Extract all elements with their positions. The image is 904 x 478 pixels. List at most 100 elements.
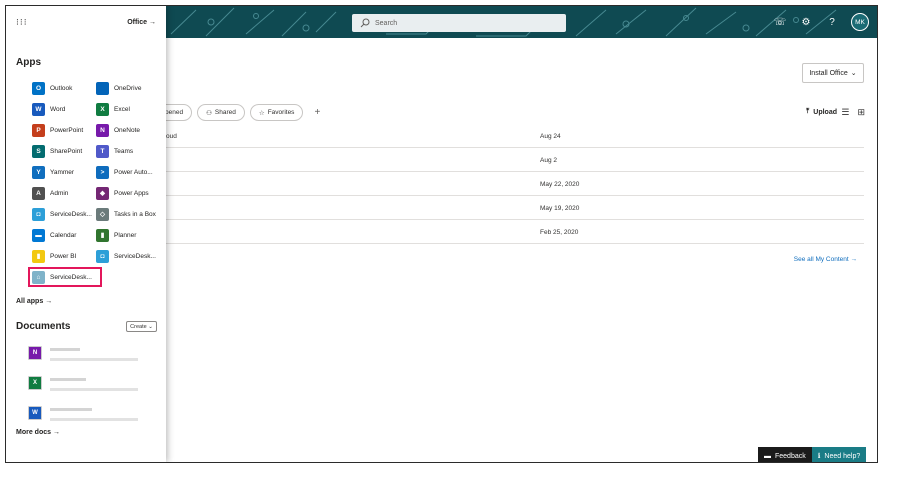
launcher-header: ⁝⁝⁝ Office →	[6, 6, 166, 38]
servicedesk-icon: ◘	[96, 249, 109, 263]
filter-shared[interactable]: ⚇ Shared	[197, 104, 245, 121]
app-power-bi[interactable]: ▮ Power BI	[32, 248, 76, 264]
highlight-box	[28, 267, 102, 287]
filter-label: Favorites	[267, 109, 295, 116]
app-admin[interactable]: A Admin	[32, 185, 68, 201]
table-row[interactable]: May 19, 2020	[166, 196, 864, 220]
need-help-button[interactable]: ℹ Need help?	[811, 447, 867, 462]
table-row[interactable]: oud Aug 24	[166, 124, 864, 148]
calendar-icon: ▬	[32, 228, 45, 242]
app-yammer[interactable]: Y Yammer	[32, 164, 74, 180]
table-row[interactable]: Feb 25, 2020	[166, 220, 864, 244]
upload-icon: ⤒	[806, 108, 810, 115]
app-label: Teams	[114, 147, 134, 155]
upload-button[interactable]: ⤒ Upload	[806, 108, 837, 116]
arrow-right-icon: →	[52, 429, 60, 436]
document-redacted-text	[50, 376, 138, 391]
app-servicedesk[interactable]: ◘ ServiceDesk...	[32, 206, 92, 222]
app-word[interactable]: W Word	[32, 101, 65, 117]
app-label: Power Auto...	[114, 168, 153, 176]
word-icon: W	[32, 102, 45, 116]
file-date: Aug 24	[540, 133, 561, 140]
feedback-button[interactable]: ▬ Feedback	[758, 447, 812, 462]
powerpoint-icon: P	[32, 123, 45, 137]
people-icon: ⚇	[206, 109, 212, 117]
app-power-apps[interactable]: ◆ Power Apps	[96, 185, 149, 201]
file-date: Feb 25, 2020	[540, 229, 579, 236]
outlook-icon: O	[32, 81, 45, 95]
app-label: PowerPoint	[50, 126, 84, 134]
feedback-icon[interactable]: ☏	[773, 15, 787, 29]
app-teams[interactable]: T Teams	[96, 143, 133, 159]
app-label: SharePoint	[50, 147, 83, 155]
avatar[interactable]: MK	[851, 13, 869, 31]
install-office-label: Install Office	[809, 69, 848, 77]
app-label: Outlook	[50, 84, 73, 92]
table-row[interactable]: May 22, 2020	[166, 172, 864, 196]
app-onenote[interactable]: N OneNote	[96, 122, 140, 138]
more-docs-link[interactable]: More docs →	[16, 429, 60, 436]
install-office-button[interactable]: Install Office ⌄	[802, 63, 864, 83]
app-servicedesk[interactable]: ◘ ServiceDesk...	[96, 248, 156, 264]
view-toggle: ☰ ⊞	[841, 107, 865, 118]
app-label: OneDrive	[114, 84, 142, 92]
all-apps-link[interactable]: All apps →	[16, 298, 52, 305]
app-label: Word	[50, 105, 66, 113]
arrow-right-icon: →	[45, 298, 53, 305]
power-bi-icon: ▮	[32, 249, 45, 263]
app-power-automate[interactable]: > Power Auto...	[96, 164, 153, 180]
help-bubble-icon: ℹ	[817, 453, 821, 460]
app-label: Tasks in a Box	[114, 210, 156, 218]
app-excel[interactable]: X Excel	[96, 101, 130, 117]
create-label: Create	[130, 323, 147, 330]
arrow-right-icon: →	[850, 256, 858, 263]
table-row[interactable]: Aug 2	[166, 148, 864, 172]
see-all-label: See all My Content	[793, 256, 849, 263]
grid-view-icon[interactable]: ⊞	[857, 107, 865, 118]
onenote-icon: N	[96, 123, 109, 137]
settings-icon[interactable]: ⚙	[799, 15, 813, 29]
browser-frame: Search ☏ ⚙ ? MK Install Office ⌄ pened ⚇…	[5, 5, 878, 463]
see-all-link[interactable]: See all My Content →	[794, 256, 857, 263]
app-launcher-icon[interactable]: ⁝⁝⁝	[16, 17, 28, 28]
arrow-right-icon: →	[149, 18, 156, 26]
app-powerpoint[interactable]: P PowerPoint	[32, 122, 83, 138]
office-link[interactable]: Office →	[127, 19, 156, 26]
excel-doc-icon: X	[28, 376, 42, 390]
app-label: Admin	[50, 189, 69, 197]
planner-icon: ▮	[96, 228, 109, 242]
admin-icon: A	[32, 186, 45, 200]
star-icon: ☆	[258, 109, 265, 117]
app-outlook[interactable]: O Outlook	[32, 80, 72, 96]
feedback-label: Feedback	[775, 452, 806, 460]
help-bar: ▬ Feedback ℹ Need help?	[758, 447, 867, 462]
app-onedrive[interactable]: OneDrive	[96, 80, 141, 96]
search-box[interactable]: Search	[352, 14, 566, 32]
add-filter-icon[interactable]: +	[314, 107, 320, 118]
apps-heading: Apps	[16, 57, 41, 68]
app-planner[interactable]: ▮ Planner	[96, 227, 136, 243]
power-apps-icon: ◆	[96, 186, 109, 200]
yammer-icon: Y	[32, 165, 45, 179]
list-view-icon[interactable]: ☰	[841, 107, 849, 118]
app-label: Calendar	[50, 231, 77, 239]
document-item[interactable]: X	[28, 376, 138, 391]
file-date: May 19, 2020	[540, 205, 580, 212]
document-item[interactable]: N	[28, 346, 138, 361]
servicedesk-icon: ◘	[32, 207, 45, 221]
create-button[interactable]: Create ⌄	[126, 321, 157, 332]
more-docs-label: More docs	[16, 429, 52, 436]
word-doc-icon: W	[28, 406, 42, 420]
app-tasks-in-a-box[interactable]: ◇ Tasks in a Box	[96, 206, 156, 222]
onenote-doc-icon: N	[28, 346, 42, 360]
file-date: Aug 2	[540, 157, 557, 164]
app-calendar[interactable]: ▬ Calendar	[32, 227, 76, 243]
document-item[interactable]: W	[28, 406, 138, 421]
filter-label: Shared	[214, 109, 236, 116]
app-label: ServiceDesk...	[114, 252, 156, 260]
app-sharepoint[interactable]: S SharePoint	[32, 143, 82, 159]
help-icon[interactable]: ?	[825, 15, 839, 29]
need-help-label: Need help?	[824, 452, 861, 460]
search-placeholder: Search	[375, 19, 398, 27]
filter-favorites[interactable]: ☆ Favorites	[249, 104, 304, 121]
